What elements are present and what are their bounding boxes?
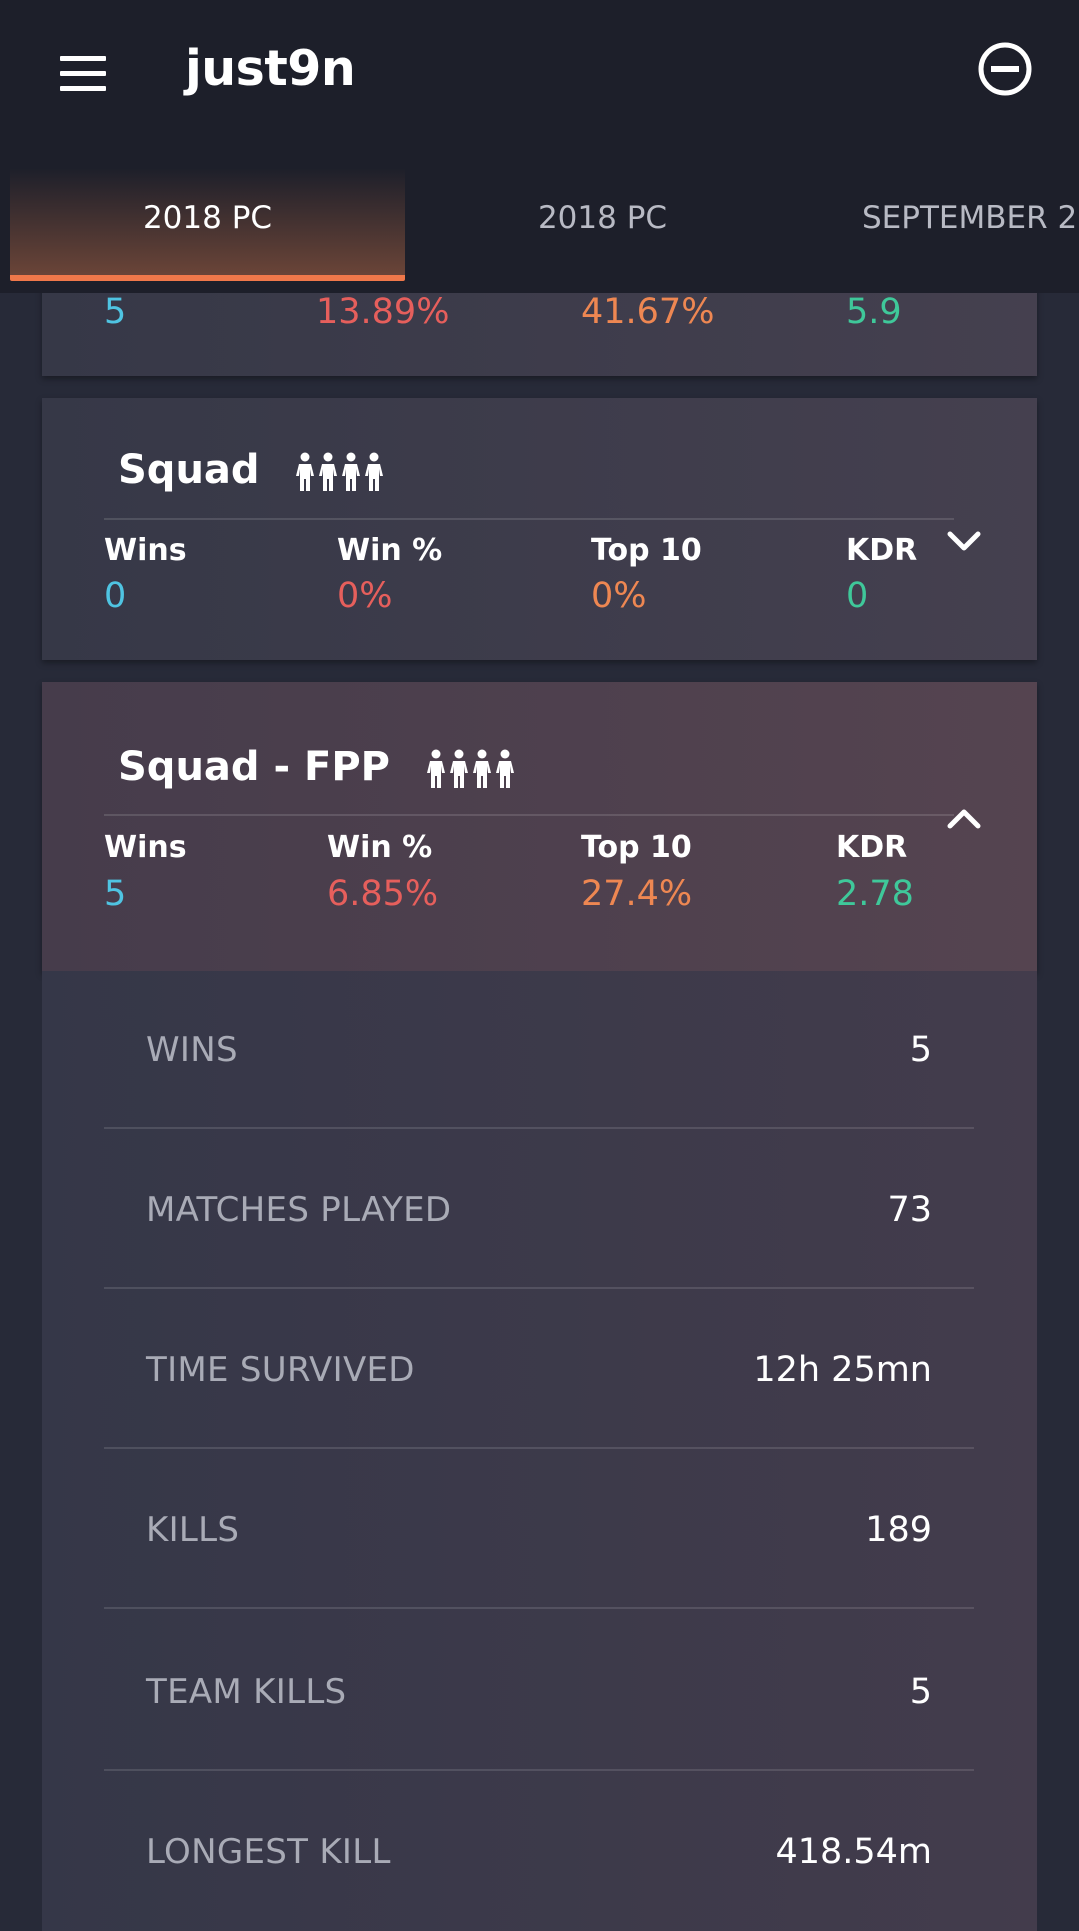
season-tabs: 2018 PC 2018 PC SEPTEMBER 2	[0, 168, 1079, 281]
squad-card-title: Squad	[118, 447, 387, 493]
row-divider	[104, 1447, 974, 1449]
squad-top10-value: 0%	[591, 576, 647, 616]
detail-label: TIME SURVIVED	[146, 1350, 415, 1390]
partial-top10-value: 41.67%	[581, 292, 715, 332]
squad-fpp-top10-label: Top 10	[581, 830, 692, 865]
row-divider	[104, 1769, 974, 1771]
hamburger-menu-icon[interactable]	[56, 50, 112, 98]
minus-circle-icon[interactable]	[977, 41, 1033, 97]
detail-label: WINS	[146, 1030, 238, 1070]
tab-september[interactable]: SEPTEMBER 2	[800, 168, 1079, 275]
squad-title-text: Squad	[118, 447, 260, 493]
squad-fpp-wins-label: Wins	[104, 830, 187, 865]
row-divider	[104, 1607, 974, 1609]
detail-value: 5	[909, 1030, 932, 1070]
app-header: just9n 2018 PC 2018 PC SEPTEMBER 2	[0, 0, 1079, 293]
squad-top10-label: Top 10	[591, 533, 702, 568]
detail-row-matches-played: MATCHES PLAYED 73	[104, 1131, 974, 1289]
squad-kdr-value: 0	[846, 576, 869, 616]
detail-value: 189	[865, 1510, 932, 1550]
squad-wins-label: Wins	[104, 533, 187, 568]
detail-label: MATCHES PLAYED	[146, 1190, 452, 1230]
tab-2018-pc-1[interactable]: 2018 PC	[10, 168, 405, 281]
detail-label: KILLS	[146, 1510, 240, 1550]
squad-fpp-kdr-value: 2.78	[836, 874, 914, 914]
detail-row-team-kills: TEAM KILLS 5	[104, 1613, 974, 1771]
tab-2018-pc-2[interactable]: 2018 PC	[405, 168, 800, 275]
squad-wins-value: 0	[104, 576, 127, 616]
squad-fpp-card[interactable]: Squad - FPP Wins Win % Top 10 KDR 5 6.85…	[42, 682, 1037, 972]
detail-label: LONGEST KILL	[146, 1832, 391, 1872]
detail-value: 418.54m	[775, 1832, 932, 1872]
detail-row-wins: WINS 5	[104, 971, 974, 1129]
chevron-down-icon[interactable]	[944, 526, 984, 556]
detail-value: 73	[887, 1190, 932, 1230]
detail-label: TEAM KILLS	[146, 1672, 347, 1712]
chevron-up-icon[interactable]	[944, 804, 984, 834]
row-divider	[104, 1127, 974, 1129]
squad-kdr-label: KDR	[846, 533, 918, 568]
squad-fpp-card-divider	[104, 814, 954, 816]
squad-fpp-details: WINS 5 MATCHES PLAYED 73 TIME SURVIVED 1…	[42, 971, 1037, 1931]
squad-people-icon	[426, 749, 514, 788]
squad-fpp-wins-value: 5	[104, 874, 127, 914]
page-title: just9n	[185, 40, 356, 97]
partial-win-pct-value: 13.89%	[316, 292, 450, 332]
squad-fpp-card-title: Squad - FPP	[118, 744, 518, 790]
partial-wins-value: 5	[104, 292, 127, 332]
detail-row-longest-kill: LONGEST KILL 418.54m	[104, 1773, 974, 1931]
squad-fpp-kdr-label: KDR	[836, 830, 908, 865]
detail-value: 12h 25mn	[753, 1350, 932, 1390]
squad-fpp-win-pct-value: 6.85%	[327, 874, 439, 914]
squad-win-pct-value: 0%	[337, 576, 393, 616]
partial-kdr-value: 5.9	[846, 292, 902, 332]
squad-card-divider	[104, 518, 954, 520]
squad-card[interactable]: Squad Wins Win % Top 10 KDR 0 0% 0% 0	[42, 398, 1037, 660]
row-divider	[104, 1287, 974, 1289]
detail-value: 5	[909, 1672, 932, 1712]
squad-win-pct-label: Win %	[337, 533, 443, 568]
squad-people-icon	[296, 452, 384, 491]
squad-fpp-win-pct-label: Win %	[327, 830, 433, 865]
detail-row-kills: KILLS 189	[104, 1451, 974, 1609]
squad-fpp-top10-value: 27.4%	[581, 874, 693, 914]
detail-row-time-survived: TIME SURVIVED 12h 25mn	[104, 1291, 974, 1449]
squad-fpp-title-text: Squad - FPP	[118, 744, 390, 790]
